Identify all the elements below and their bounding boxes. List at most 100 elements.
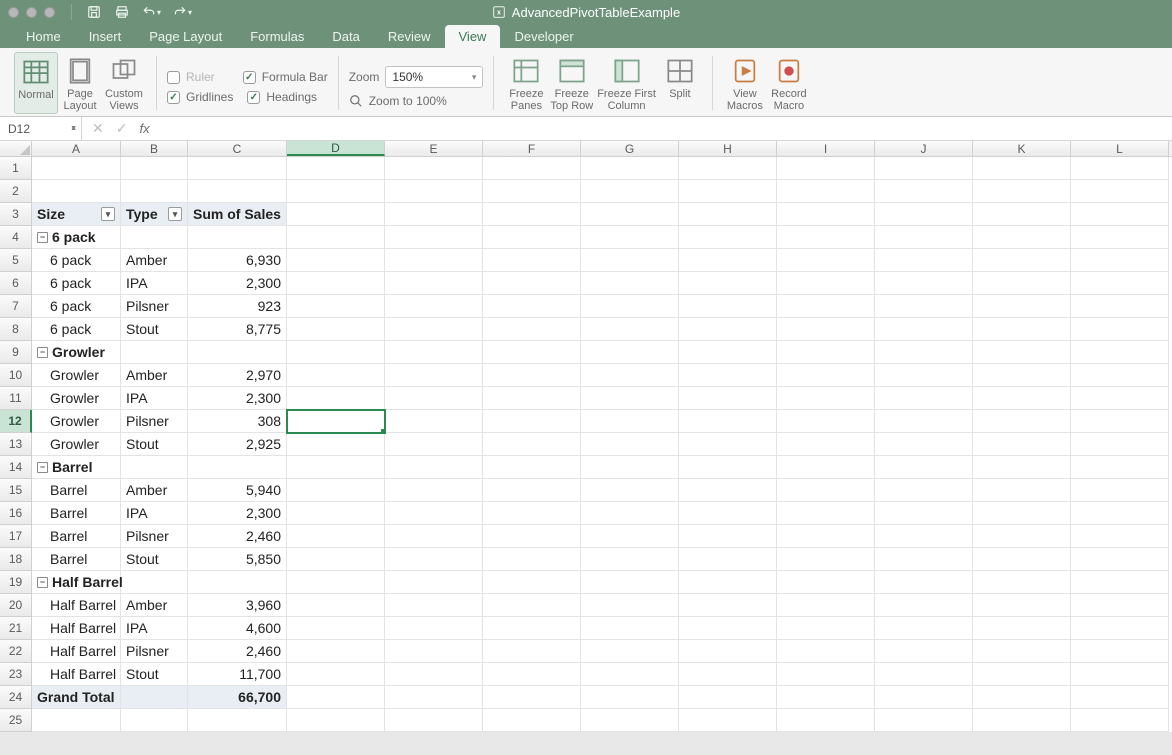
pivot-group-header[interactable]: −Half Barrel [32, 571, 121, 594]
headings-checkbox[interactable]: Headings [247, 90, 317, 104]
name-box[interactable]: D12 ▲▼ [0, 117, 82, 141]
save-icon[interactable] [86, 4, 102, 20]
gridlines-checkbox[interactable]: Gridlines [167, 90, 233, 104]
row-header[interactable]: 11 [0, 387, 32, 410]
pivot-row-size[interactable]: Growler [32, 364, 121, 387]
checkbox-checked-icon[interactable] [167, 91, 180, 104]
pivot-header-size[interactable]: Size [32, 203, 121, 226]
pivot-row-type[interactable]: Pilsner [121, 295, 188, 318]
redo-history-dropdown-icon[interactable]: ▾ [188, 8, 192, 17]
pivot-row-size[interactable]: Growler [32, 410, 121, 433]
pivot-row-type[interactable]: Stout [121, 663, 188, 686]
tab-home[interactable]: Home [12, 25, 75, 48]
pivot-row-type[interactable]: IPA [121, 272, 188, 295]
pivot-row-size[interactable]: 6 pack [32, 295, 121, 318]
column-header-H[interactable]: H [679, 141, 777, 156]
pivot-row-type[interactable]: Pilsner [121, 640, 188, 663]
row-header[interactable]: 14 [0, 456, 32, 479]
column-header-B[interactable]: B [121, 141, 188, 156]
freeze-top-row-button[interactable]: Freeze Top Row [548, 52, 595, 114]
undo-button[interactable]: ▾ [142, 5, 161, 19]
pivot-row-value[interactable]: 2,300 [188, 272, 287, 295]
column-header-L[interactable]: L [1071, 141, 1169, 156]
column-header-G[interactable]: G [581, 141, 679, 156]
pivot-row-size[interactable]: Barrel [32, 525, 121, 548]
pivot-row-size[interactable]: Growler [32, 387, 121, 410]
row-header[interactable]: 21 [0, 617, 32, 640]
row-header[interactable]: 25 [0, 709, 32, 732]
row-header[interactable]: 19 [0, 571, 32, 594]
view-macros-button[interactable]: View Macros [723, 52, 767, 114]
zoom-to-100-button[interactable]: Zoom to 100% [349, 94, 447, 108]
pivot-row-size[interactable]: Half Barrel [32, 640, 121, 663]
row-header[interactable]: 15 [0, 479, 32, 502]
pivot-row-size[interactable]: Barrel [32, 502, 121, 525]
tab-review[interactable]: Review [374, 25, 445, 48]
tab-insert[interactable]: Insert [75, 25, 136, 48]
filter-dropdown-icon[interactable] [168, 207, 182, 221]
pivot-row-size[interactable]: Barrel [32, 548, 121, 571]
zoom-select[interactable]: 150% ▾ [385, 66, 483, 88]
pivot-row-size[interactable]: Barrel [32, 479, 121, 502]
spreadsheet-grid[interactable]: 123SizeTypeSum of Sales4−6 pack56 packAm… [0, 157, 1172, 732]
split-button[interactable]: Split [658, 52, 702, 114]
filter-dropdown-icon[interactable] [101, 207, 115, 221]
pivot-row-size[interactable]: 6 pack [32, 249, 121, 272]
pivot-group-header[interactable]: −6 pack [32, 226, 121, 249]
pivot-row-value[interactable]: 11,700 [188, 663, 287, 686]
column-header-D[interactable]: D [287, 141, 385, 156]
row-header[interactable]: 13 [0, 433, 32, 456]
pivot-row-value[interactable]: 3,960 [188, 594, 287, 617]
pivot-row-value[interactable]: 2,300 [188, 502, 287, 525]
collapse-icon[interactable]: − [37, 232, 48, 243]
formula-bar-checkbox[interactable]: Formula Bar [243, 70, 328, 84]
row-header[interactable]: 1 [0, 157, 32, 180]
row-header[interactable]: 5 [0, 249, 32, 272]
pivot-row-size[interactable]: 6 pack [32, 272, 121, 295]
window-controls[interactable] [8, 7, 55, 18]
record-macro-button[interactable]: Record Macro [767, 52, 811, 114]
tab-view[interactable]: View [445, 25, 501, 48]
select-all-corner[interactable] [0, 141, 32, 156]
view-custom-views-button[interactable]: Custom Views [102, 52, 146, 114]
pivot-row-value[interactable]: 923 [188, 295, 287, 318]
freeze-first-column-button[interactable]: Freeze First Column [595, 52, 658, 114]
collapse-icon[interactable]: − [37, 462, 48, 473]
row-header[interactable]: 7 [0, 295, 32, 318]
pivot-row-type[interactable]: Amber [121, 249, 188, 272]
row-header[interactable]: 3 [0, 203, 32, 226]
freeze-panes-button[interactable]: Freeze Panes [504, 52, 548, 114]
active-cell[interactable] [287, 410, 385, 433]
row-header[interactable]: 12 [0, 410, 32, 433]
pivot-header-type[interactable]: Type [121, 203, 188, 226]
undo-history-dropdown-icon[interactable]: ▾ [157, 8, 161, 17]
print-icon[interactable] [114, 4, 130, 20]
pivot-row-type[interactable]: IPA [121, 387, 188, 410]
pivot-row-size[interactable]: Half Barrel [32, 617, 121, 640]
minimize-window-icon[interactable] [26, 7, 37, 18]
tab-formulas[interactable]: Formulas [236, 25, 318, 48]
column-header-F[interactable]: F [483, 141, 581, 156]
redo-button[interactable]: ▾ [173, 5, 192, 19]
view-normal-button[interactable]: Normal [14, 52, 58, 114]
pivot-row-value[interactable]: 8,775 [188, 318, 287, 341]
pivot-row-type[interactable]: Amber [121, 479, 188, 502]
fx-icon[interactable]: fx [139, 121, 149, 136]
collapse-icon[interactable]: − [37, 577, 48, 588]
pivot-group-header[interactable]: −Barrel [32, 456, 121, 479]
pivot-row-value[interactable]: 4,600 [188, 617, 287, 640]
accept-formula-icon[interactable]: ✓ [116, 120, 128, 137]
row-header[interactable]: 8 [0, 318, 32, 341]
pivot-group-header[interactable]: −Growler [32, 341, 121, 364]
checkbox-checked-icon[interactable] [247, 91, 260, 104]
pivot-row-value[interactable]: 5,940 [188, 479, 287, 502]
row-header[interactable]: 22 [0, 640, 32, 663]
pivot-row-value[interactable]: 2,970 [188, 364, 287, 387]
pivot-row-type[interactable]: Pilsner [121, 525, 188, 548]
row-header[interactable]: 23 [0, 663, 32, 686]
maximize-window-icon[interactable] [44, 7, 55, 18]
pivot-row-size[interactable]: 6 pack [32, 318, 121, 341]
pivot-row-type[interactable]: Stout [121, 548, 188, 571]
close-window-icon[interactable] [8, 7, 19, 18]
view-page-layout-button[interactable]: Page Layout [58, 52, 102, 114]
